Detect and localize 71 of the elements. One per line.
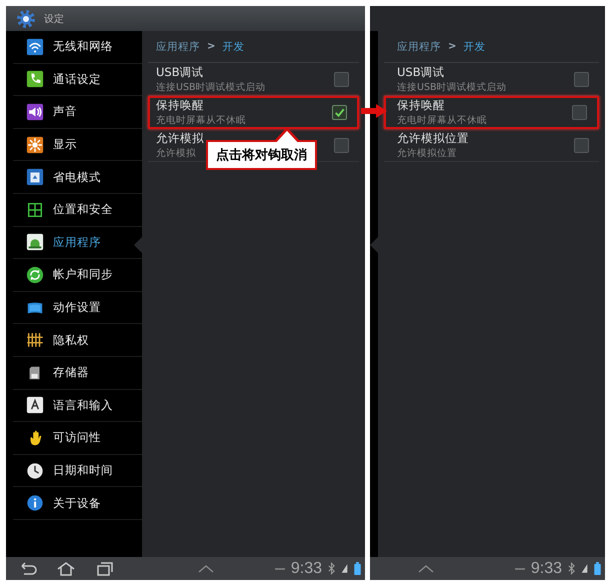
up-caret-icon[interactable]	[198, 564, 214, 572]
breadcrumb-link[interactable]: 应用程序	[156, 40, 200, 54]
sidebar-item[interactable]: 位置和安全	[13, 194, 142, 227]
setting-row[interactable]: 保持唤醒 充电时屏幕从不休眠	[148, 96, 359, 129]
checkbox[interactable]	[572, 105, 587, 120]
setting-row[interactable]: USB调试 连接USB时调试模式启动	[148, 63, 359, 96]
right-arrow-icon	[361, 104, 387, 118]
home-icon[interactable]	[56, 562, 76, 576]
setting-title: 允许模拟位置	[397, 130, 469, 146]
sidebar-item[interactable]: 声音	[13, 96, 142, 129]
setting-description: 连接USB时调试模式启动	[156, 80, 266, 94]
sidebar-item[interactable]: 帐户和同步	[13, 259, 142, 292]
clock-time: 9:33	[530, 560, 562, 578]
setting-description: 允许模拟位置	[397, 146, 457, 160]
up-caret-icon[interactable]	[418, 564, 434, 572]
sidebar-item[interactable]: 存储器	[13, 356, 142, 390]
battery-icon	[354, 562, 361, 575]
minus-icon	[514, 566, 525, 570]
sidebar-item[interactable]: 隐私权	[13, 324, 142, 357]
checkbox[interactable]	[332, 105, 347, 120]
breadcrumb-separator: >	[448, 41, 456, 52]
bluetooth-icon	[328, 562, 335, 575]
setting-title: 保持唤醒	[397, 98, 445, 113]
signal-icon	[581, 562, 588, 575]
breadcrumb-link[interactable]: 应用程序	[397, 40, 441, 54]
battery-icon	[594, 562, 601, 575]
breadcrumb-separator: >	[207, 41, 216, 52]
sun-icon	[26, 136, 44, 154]
minus-icon	[274, 566, 285, 570]
bluetooth-icon	[568, 562, 575, 575]
setting-description: 充电时屏幕从不休眠	[397, 114, 487, 127]
setting-title: USB调试	[156, 64, 204, 80]
sidebar-item[interactable]: 省电模式	[13, 161, 142, 194]
breadcrumb-current: 开发	[222, 40, 244, 54]
setting-description: 连接USB时调试模式启动	[397, 80, 507, 94]
setting-title: 保持唤醒	[156, 98, 204, 113]
sidebar-item[interactable]: 动作设置	[13, 292, 142, 324]
clock-time: 9:33	[290, 560, 322, 578]
checkbox[interactable]	[574, 138, 589, 152]
clock-icon	[26, 462, 44, 480]
signal-icon	[341, 562, 348, 575]
sidebar-item[interactable]: 语言和输入	[13, 390, 142, 422]
setting-title: USB调试	[397, 64, 445, 80]
checkbox[interactable]	[574, 72, 589, 86]
selection-pointer-icon	[134, 237, 142, 253]
speaker-icon	[26, 102, 44, 121]
settings-icon	[16, 8, 36, 28]
setting-row[interactable]: USB调试 连接USB时调试模式启动	[384, 63, 599, 96]
setting-row[interactable]: 保持唤醒 充电时屏幕从不休眠	[384, 96, 599, 129]
sidebar-item[interactable]: 显示	[13, 128, 142, 162]
setting-description: 允许模拟	[156, 146, 196, 160]
window-title: 设定	[44, 12, 64, 26]
text-box-icon	[26, 396, 44, 414]
checkbox[interactable]	[334, 138, 349, 152]
fence-icon	[26, 331, 44, 350]
sidebar-item[interactable]: 日期和时间	[13, 454, 142, 488]
setting-description: 充电时屏幕从不休眠	[156, 114, 246, 127]
grid-icon	[26, 200, 44, 219]
sync-icon	[26, 266, 44, 284]
sidebar-item[interactable]: 无线和网络	[13, 31, 142, 64]
callout-pointer-icon	[275, 128, 299, 142]
info-icon	[26, 494, 44, 512]
setting-title: 允许模拟	[156, 130, 204, 146]
phone-icon	[26, 70, 44, 88]
breadcrumb-current: 开发	[463, 40, 486, 54]
sidebar-item[interactable]: 关于设备	[13, 487, 142, 520]
sidebar-item[interactable]: 可访问性	[13, 422, 142, 455]
wifi-icon	[26, 38, 44, 56]
setting-row[interactable]: 允许模拟位置 允许模拟位置	[384, 129, 599, 162]
checkbox[interactable]	[334, 72, 349, 86]
sidebar-item[interactable]: 通话设定	[13, 64, 142, 96]
